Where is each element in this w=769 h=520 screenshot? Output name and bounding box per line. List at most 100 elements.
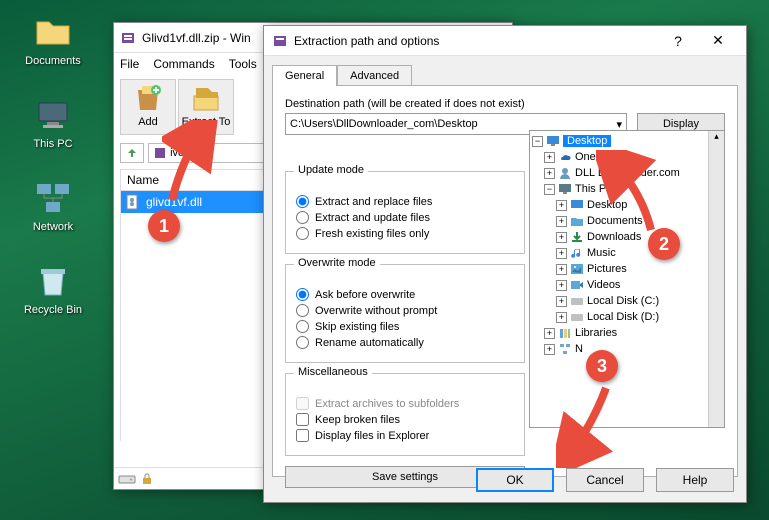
winrar-app-icon xyxy=(120,30,136,46)
check-keep-broken[interactable] xyxy=(296,413,309,426)
tree-node[interactable]: + Local Disk (D:) xyxy=(556,309,708,325)
expand-icon[interactable]: + xyxy=(544,328,555,339)
radio-rename-auto[interactable] xyxy=(296,336,309,349)
videos-icon xyxy=(570,278,584,292)
expand-icon[interactable]: + xyxy=(556,216,567,227)
radio-extract-update[interactable] xyxy=(296,211,309,224)
radio-skip-existing[interactable] xyxy=(296,320,309,333)
misc-group: Miscellaneous Extract archives to subfol… xyxy=(285,373,525,456)
callout-3: 3 xyxy=(586,350,618,382)
libraries-icon xyxy=(558,326,572,340)
tree-label: Local Disk (D:) xyxy=(587,311,659,323)
menu-commands[interactable]: Commands xyxy=(153,57,214,71)
dialog-title-text: Extraction path and options xyxy=(294,34,658,48)
expand-icon[interactable]: + xyxy=(556,248,567,259)
scroll-up-icon[interactable]: ▴ xyxy=(714,131,719,142)
folder-icon xyxy=(570,214,584,228)
tree-label: Music xyxy=(587,247,616,259)
tree-node[interactable]: +Downloads xyxy=(556,229,708,245)
archive-add-icon xyxy=(132,82,164,114)
tree-node-onedrive[interactable]: +OneDr xyxy=(544,149,708,165)
nav-up-button[interactable] xyxy=(120,143,144,163)
tab-general[interactable]: General xyxy=(272,65,337,86)
chevron-down-icon[interactable]: ▾ xyxy=(616,118,622,131)
tree-node[interactable]: + Pictures xyxy=(556,261,708,277)
tab-advanced[interactable]: Advanced xyxy=(337,65,412,86)
expand-icon[interactable]: + xyxy=(556,200,567,211)
network-icon xyxy=(558,342,572,356)
collapse-icon[interactable]: − xyxy=(532,136,543,147)
tool-add-button[interactable]: Add xyxy=(120,79,176,135)
folder-icon xyxy=(33,12,73,52)
radio-label: Extract and replace files xyxy=(315,196,432,208)
tree-node[interactable]: +Desktop xyxy=(556,197,708,213)
desktop-icon-recyclebin[interactable]: Recycle Bin xyxy=(18,261,88,316)
winrar-title-text: Glivd1vf.dll.zip - Win xyxy=(142,31,251,45)
radio-label: Extract and update files xyxy=(315,212,430,224)
tree-node[interactable]: +Local Disk (C:) xyxy=(556,293,708,309)
radio-overwrite-noprompt[interactable] xyxy=(296,304,309,317)
menu-file[interactable]: File xyxy=(120,57,139,71)
expand-icon[interactable]: + xyxy=(556,264,567,275)
expand-icon[interactable]: + xyxy=(544,152,555,163)
archive-extract-icon xyxy=(190,82,222,114)
expand-icon[interactable]: + xyxy=(556,296,567,307)
file-name: glivd1vf.dll xyxy=(146,195,202,209)
expand-icon[interactable]: + xyxy=(544,344,555,355)
dialog-titlebar[interactable]: Extraction path and options ? ✕ xyxy=(264,26,746,56)
tree-label: Videos xyxy=(587,279,620,291)
tree-node-libraries[interactable]: + Libraries xyxy=(544,325,708,341)
tree-label: This PC xyxy=(575,183,614,195)
tree-node[interactable]: +Documents xyxy=(556,213,708,229)
radio-label: Ask before overwrite xyxy=(315,289,415,301)
menu-tools[interactable]: Tools xyxy=(229,57,257,71)
radio-label: Skip existing files xyxy=(315,321,399,333)
overwrite-mode-group: Overwrite mode Ask before overwrite Over… xyxy=(285,264,525,363)
tree-node[interactable]: + Videos xyxy=(556,277,708,293)
lock-icon xyxy=(140,472,154,486)
tree-node-desktop[interactable]: −Desktop xyxy=(532,133,708,149)
tree-node-thispc[interactable]: − This PC xyxy=(544,181,708,197)
check-extract-subfolders xyxy=(296,397,309,410)
expand-icon[interactable]: + xyxy=(556,280,567,291)
ok-button[interactable]: OK xyxy=(476,468,554,492)
tool-partial xyxy=(236,79,254,135)
close-button[interactable]: ✕ xyxy=(698,27,738,55)
collapse-icon[interactable]: − xyxy=(544,184,555,195)
tab-panel-general: Destination path (will be created if doe… xyxy=(272,85,738,477)
callout-1: 1 xyxy=(148,210,180,242)
desktop-icon-label: Recycle Bin xyxy=(18,304,88,316)
expand-icon[interactable]: + xyxy=(544,168,555,179)
radio-label: Fresh existing files only xyxy=(315,228,429,240)
radio-extract-replace[interactable] xyxy=(296,195,309,208)
recyclebin-icon xyxy=(33,261,73,301)
help-button[interactable]: Help xyxy=(656,468,734,492)
expand-icon[interactable]: + xyxy=(556,232,567,243)
desktop-icon-documents[interactable]: Documents xyxy=(18,12,88,67)
folder-tree[interactable]: ▴ −Desktop +OneDr + DLL Downloader.com − T… xyxy=(529,130,725,428)
tree-node-network[interactable]: +N xyxy=(544,341,708,357)
tree-label: DLL Downloader.com xyxy=(575,167,680,179)
tree-label: N xyxy=(575,343,583,355)
check-display-explorer[interactable] xyxy=(296,429,309,442)
desktop-icon-network[interactable]: Network xyxy=(18,178,88,233)
expand-icon[interactable]: + xyxy=(556,312,567,323)
radio-fresh-only[interactable] xyxy=(296,227,309,240)
tree-label: Pictures xyxy=(587,263,627,275)
tree-label: Libraries xyxy=(575,327,617,339)
desktop-icon xyxy=(546,134,560,148)
callout-number: 3 xyxy=(597,356,607,377)
scrollbar[interactable]: ▴ xyxy=(708,131,724,427)
help-button[interactable]: ? xyxy=(658,27,698,55)
cancel-button[interactable]: Cancel xyxy=(566,468,644,492)
cloud-icon xyxy=(558,150,572,164)
tool-extractto-button[interactable]: Extract To xyxy=(178,79,234,135)
desktop-icon xyxy=(570,198,584,212)
tree-node[interactable]: + Music xyxy=(556,245,708,261)
music-icon xyxy=(570,246,584,260)
tree-node-user[interactable]: + DLL Downloader.com xyxy=(544,165,708,181)
radio-ask-overwrite[interactable] xyxy=(296,288,309,301)
desktop-icon-thispc[interactable]: This PC xyxy=(18,95,88,150)
pictures-icon xyxy=(570,262,584,276)
radio-label: Rename automatically xyxy=(315,337,424,349)
